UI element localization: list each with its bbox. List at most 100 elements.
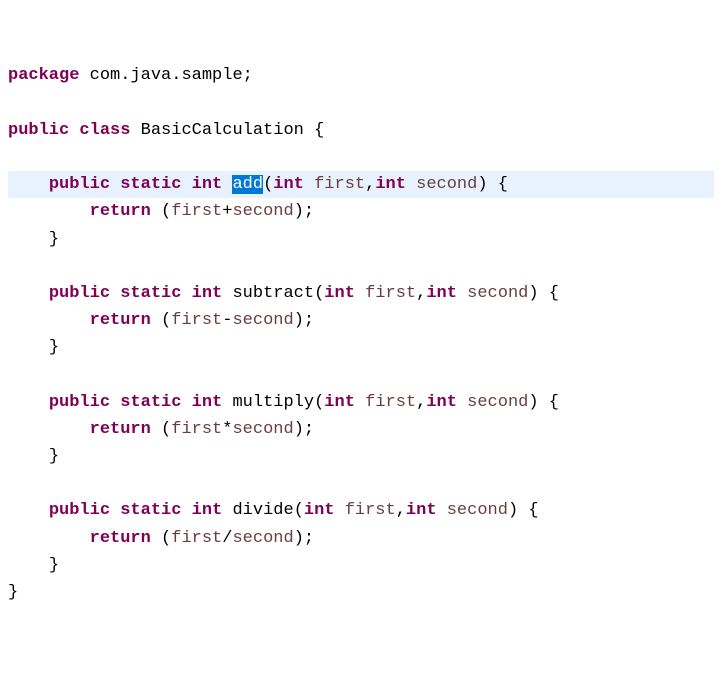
operator: * [222, 420, 232, 439]
param-name: second [467, 393, 528, 412]
param-name: first [345, 501, 396, 520]
var-name: second [232, 202, 293, 221]
var-name: first [171, 311, 222, 330]
semicolon: ; [304, 202, 314, 221]
keyword-return: return [90, 311, 151, 330]
brace-close: } [49, 230, 59, 249]
rparen: ) [528, 393, 538, 412]
param-name: first [365, 393, 416, 412]
param-name: second [467, 284, 528, 303]
var-name: first [171, 202, 222, 221]
code-line: } [8, 338, 59, 357]
keyword-public: public [8, 121, 69, 140]
brace-open: { [528, 501, 538, 520]
lparen: ( [314, 284, 324, 303]
param-name: first [314, 175, 365, 194]
code-line: return (first/second); [8, 529, 314, 548]
comma: , [365, 175, 375, 194]
code-line: return (first*second); [8, 420, 314, 439]
lparen: ( [294, 501, 304, 520]
rparen: ) [508, 501, 518, 520]
rparen: ) [528, 284, 538, 303]
method-name: subtract [232, 284, 314, 303]
keyword-package: package [8, 66, 79, 85]
keyword-public: public [49, 284, 110, 303]
keyword-static: static [120, 393, 181, 412]
lparen: ( [263, 175, 273, 194]
code-line: } [8, 447, 59, 466]
var-name: first [171, 420, 222, 439]
lparen: ( [314, 393, 324, 412]
method-name-selected: add [232, 175, 263, 194]
lparen: ( [161, 420, 171, 439]
rparen: ) [294, 529, 304, 548]
brace-close: } [49, 447, 59, 466]
lparen: ( [161, 529, 171, 548]
code-line: package com.java.sample; [8, 66, 253, 85]
var-name: second [232, 311, 293, 330]
lparen: ( [161, 311, 171, 330]
code-line: public class BasicCalculation { [8, 121, 324, 140]
comma: , [416, 284, 426, 303]
keyword-static: static [120, 501, 181, 520]
keyword-int: int [406, 501, 437, 520]
brace-close: } [49, 556, 59, 575]
operator: + [222, 202, 232, 221]
keyword-int: int [304, 501, 335, 520]
param-name: second [416, 175, 477, 194]
keyword-public: public [49, 501, 110, 520]
code-line: return (first+second); [8, 202, 314, 221]
keyword-int: int [324, 284, 355, 303]
keyword-int: int [375, 175, 406, 194]
operator: - [222, 311, 232, 330]
keyword-class: class [79, 121, 130, 140]
code-line: public static int subtract(int first,int… [8, 284, 559, 303]
operator: / [222, 529, 232, 548]
rparen: ) [294, 311, 304, 330]
param-name: first [365, 284, 416, 303]
comma: , [416, 393, 426, 412]
rparen: ) [477, 175, 487, 194]
keyword-return: return [90, 529, 151, 548]
code-line: public static int divide(int first,int s… [8, 501, 539, 520]
keyword-int: int [192, 393, 223, 412]
code-line-highlighted: public static int add(int first,int seco… [8, 171, 714, 198]
code-line: } [8, 230, 59, 249]
keyword-int: int [273, 175, 304, 194]
class-name: BasicCalculation [141, 121, 304, 140]
code-editor[interactable]: package com.java.sample; public class Ba… [8, 62, 714, 606]
brace-close: } [8, 583, 18, 602]
semicolon: ; [304, 529, 314, 548]
keyword-int: int [192, 175, 223, 194]
keyword-int: int [324, 393, 355, 412]
method-name: divide [232, 501, 293, 520]
code-line: public static int multiply(int first,int… [8, 393, 559, 412]
keyword-return: return [90, 202, 151, 221]
package-name: com.java.sample [90, 66, 243, 85]
brace-open: { [498, 175, 508, 194]
rparen: ) [294, 420, 304, 439]
code-line: return (first-second); [8, 311, 314, 330]
brace-open: { [549, 284, 559, 303]
keyword-int: int [426, 284, 457, 303]
keyword-static: static [120, 284, 181, 303]
keyword-int: int [192, 284, 223, 303]
brace-open: { [549, 393, 559, 412]
keyword-public: public [49, 175, 110, 194]
keyword-static: static [120, 175, 181, 194]
keyword-public: public [49, 393, 110, 412]
comma: , [396, 501, 406, 520]
keyword-return: return [90, 420, 151, 439]
param-name: second [447, 501, 508, 520]
semicolon: ; [304, 311, 314, 330]
brace-close: } [49, 338, 59, 357]
code-line: } [8, 583, 18, 602]
brace-open: { [314, 121, 324, 140]
keyword-int: int [192, 501, 223, 520]
semicolon: ; [304, 420, 314, 439]
method-name: multiply [232, 393, 314, 412]
var-name: second [232, 529, 293, 548]
rparen: ) [294, 202, 304, 221]
var-name: first [171, 529, 222, 548]
keyword-int: int [426, 393, 457, 412]
